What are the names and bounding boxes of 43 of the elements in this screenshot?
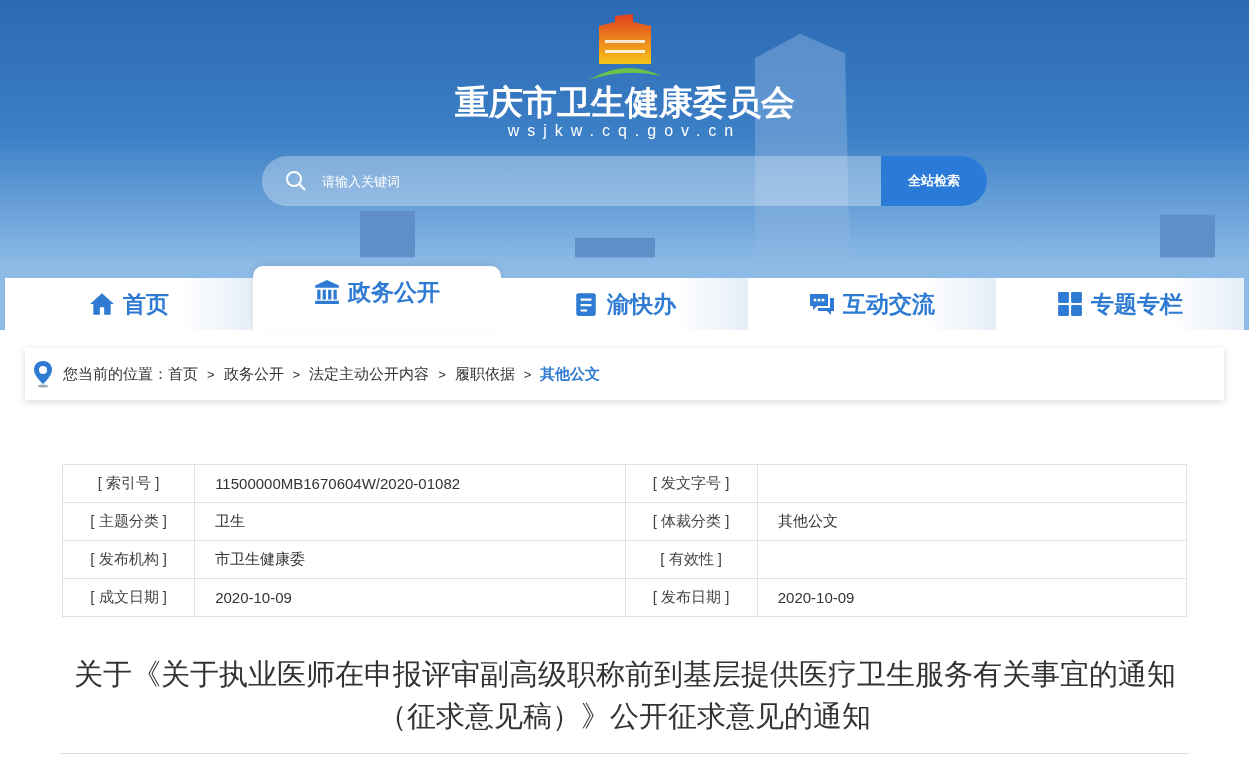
chat-icon	[809, 291, 836, 317]
search-icon	[284, 169, 308, 193]
table-cell: 市卫生健康委	[215, 550, 306, 567]
clipboard-icon	[573, 291, 599, 317]
nav-tab[interactable]: 首页	[5, 278, 253, 330]
table-cell: [ 索引号 ]	[97, 474, 160, 491]
location-pin-icon	[33, 360, 53, 388]
breadcrumb-link[interactable]: 其他公文	[540, 364, 601, 384]
table-cell: [ 有效性 ]	[660, 550, 722, 567]
table-cell: [ 发布日期 ]	[652, 588, 730, 605]
table-cell: 其他公文	[777, 512, 838, 529]
site-title: 重庆市卫生健康委员会	[454, 82, 795, 122]
table-cell: [ 成文日期 ]	[90, 588, 167, 605]
building-drawing	[1160, 214, 1215, 258]
building-drawing	[360, 210, 415, 258]
breadcrumb-label: 您当前的位置：	[63, 364, 168, 384]
article-title: 关于《关于执业医师在申报评审副高级职称前到基层提供医疗卫生服务有关事宜的通知（征求意见稿）》公开征求意见的通知	[72, 657, 1177, 734]
breadcrumb-separator: >	[523, 366, 532, 382]
table-cell: [ 发布机构 ]	[90, 550, 167, 567]
table-cell: 卫生	[215, 512, 246, 529]
grid-icon	[1057, 291, 1084, 317]
table-cell: 2020-10-09	[215, 589, 292, 606]
bank-icon	[313, 279, 340, 305]
table-cell: [ 发文字号 ]	[652, 474, 730, 491]
breadcrumb-separator: >	[438, 366, 446, 382]
breadcrumb-separator: >	[207, 366, 215, 382]
search-field[interactable]: 请输入关键词 全站检索	[262, 156, 987, 206]
home-icon	[88, 291, 115, 317]
nav-tab[interactable]: 渝快办	[500, 278, 749, 330]
breadcrumb-link[interactable]: 政务公开	[223, 364, 284, 384]
table-cell: [ 体裁分类 ]	[652, 512, 730, 529]
search-button[interactable]: 全站检索	[881, 156, 987, 206]
nav-tab[interactable]: 互动交流	[748, 278, 997, 330]
table-cell: 11500000MB1670604W/2020-01082	[215, 475, 461, 492]
table-cell: 2020-10-09	[777, 589, 855, 606]
breadcrumb-separator: >	[292, 366, 301, 382]
breadcrumb-link[interactable]: 首页	[168, 364, 198, 384]
breadcrumb-link[interactable]: 履职依据	[454, 364, 515, 384]
site-domain: wsjkw.cq.gov.cn	[507, 122, 742, 140]
nav-tab[interactable]: 政务公开	[252, 266, 501, 330]
nav-tab[interactable]: 专题专栏	[996, 278, 1244, 330]
breadcrumb-link[interactable]: 法定主动公开内容	[309, 364, 430, 384]
table-cell: [ 主题分类 ]	[90, 512, 167, 529]
